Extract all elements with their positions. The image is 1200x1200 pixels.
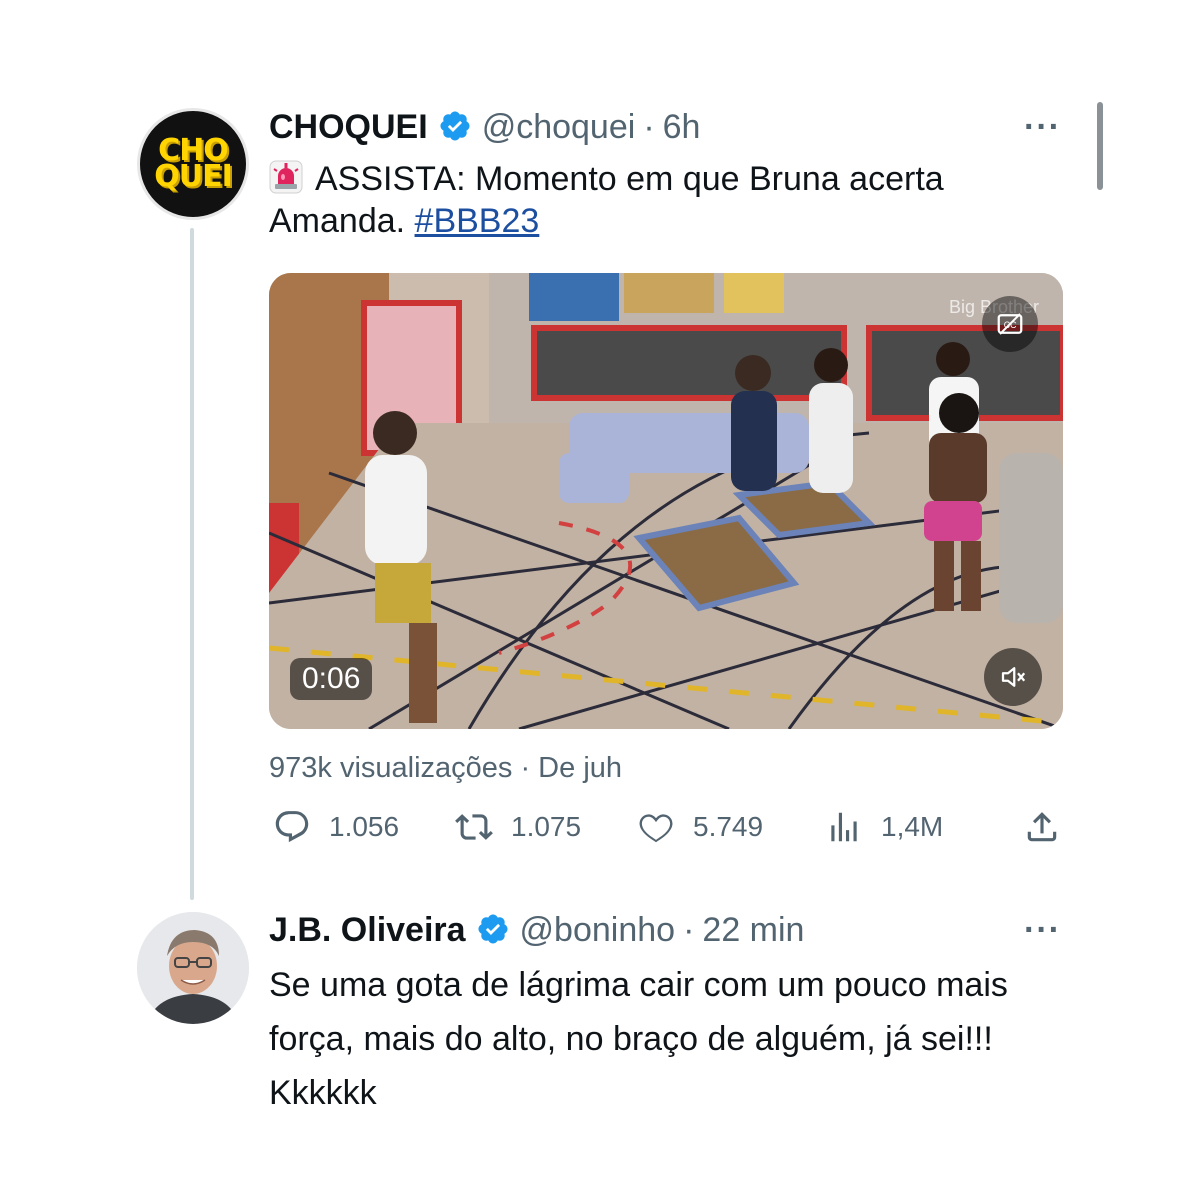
- separator: ·: [643, 108, 655, 146]
- avatar-choquei[interactable]: CHO QUEI: [137, 108, 249, 220]
- handle[interactable]: @choquei: [482, 108, 636, 147]
- timestamp[interactable]: 22 min: [702, 911, 804, 950]
- mute-icon[interactable]: [984, 648, 1042, 706]
- retweet-count: 1.075: [511, 811, 582, 842]
- reply-icon: [275, 811, 309, 843]
- scrollbar[interactable]: [1097, 102, 1103, 190]
- reply-count: 1.056: [329, 811, 400, 842]
- reply-header: J.B. Oliveira @boninho · 22 min: [269, 907, 804, 950]
- avatar-jb-oliveira[interactable]: [137, 912, 249, 1024]
- like-count: 5.749: [693, 811, 764, 842]
- retweet-icon: [455, 814, 493, 840]
- share-icon: [1027, 812, 1057, 842]
- more-icon[interactable]: ···: [1024, 108, 1061, 147]
- hashtag-link[interactable]: #BBB23: [415, 202, 540, 240]
- avatar-logo-text-2: QUEI: [154, 159, 233, 194]
- timestamp[interactable]: 6h: [663, 108, 701, 147]
- avatar-photo: [137, 912, 249, 1024]
- tweet-text: ASSISTA: Momento em que Bruna acerta Ama…: [269, 158, 1059, 242]
- reply-text: Se uma gota de lágrima cair com um pouco…: [269, 966, 1008, 1112]
- reply-button[interactable]: 1.056: [273, 808, 399, 846]
- tweet-header: CHOQUEI @choquei · 6h: [269, 104, 700, 147]
- display-name[interactable]: J.B. Oliveira: [269, 911, 466, 950]
- tweet-body: ASSISTA: Momento em que Bruna acerta Ama…: [269, 160, 944, 240]
- handle[interactable]: @boninho: [520, 911, 676, 950]
- action-bar: 1.056 1.075 5.749 1,4M: [269, 808, 1063, 854]
- verified-icon: [438, 109, 472, 143]
- video-player[interactable]: Big Brother: [269, 273, 1063, 729]
- share-button[interactable]: [1023, 808, 1061, 846]
- views-icon: [831, 812, 857, 842]
- captions-icon[interactable]: CC: [982, 296, 1038, 352]
- display-name[interactable]: CHOQUEI: [269, 108, 428, 147]
- like-icon: [639, 814, 673, 843]
- more-icon[interactable]: ···: [1024, 911, 1061, 950]
- retweet-button[interactable]: 1.075: [455, 808, 581, 846]
- thread-line: [190, 228, 194, 900]
- video-duration: 0:06: [290, 658, 373, 700]
- like-button[interactable]: 5.749: [637, 808, 763, 846]
- views-button[interactable]: 1,4M: [825, 808, 943, 846]
- views-line: 973k visualizações · De juh: [269, 752, 623, 784]
- separator: ·: [683, 911, 695, 949]
- verified-icon: [476, 912, 510, 946]
- siren-icon: [269, 160, 303, 194]
- views-count: 1,4M: [881, 811, 944, 842]
- video-frame: Big Brother: [269, 273, 1063, 729]
